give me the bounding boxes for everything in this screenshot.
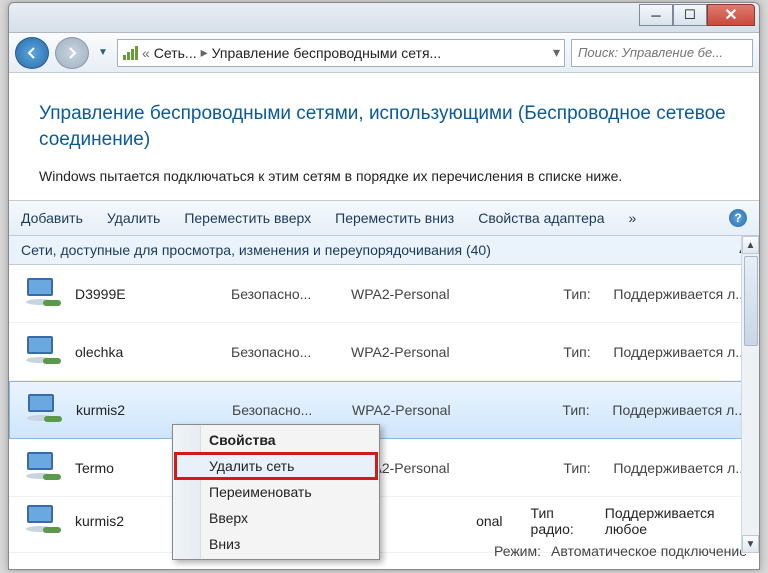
- network-row[interactable]: olechka Безопасно... WPA2-Personal Тип: …: [9, 323, 759, 381]
- back-button[interactable]: [15, 37, 49, 69]
- type-value: Поддерживается л...: [613, 460, 747, 476]
- context-move-down[interactable]: Вниз: [175, 531, 377, 557]
- network-list: Сети, доступные для просмотра, изменения…: [9, 236, 759, 553]
- type-value: Поддерживается л...: [613, 344, 747, 360]
- network-icon: [21, 501, 65, 541]
- toolbar-move-up[interactable]: Переместить вверх: [184, 210, 311, 226]
- network-name: D3999E: [75, 286, 221, 302]
- breadcrumb-seg1[interactable]: Сеть...: [154, 45, 197, 61]
- context-rename[interactable]: Переименовать: [175, 479, 377, 505]
- network-icon: [21, 448, 65, 488]
- radio-label: Тип радио:: [531, 505, 595, 537]
- toolbar-delete[interactable]: Удалить: [107, 210, 160, 226]
- maximize-button[interactable]: ☐: [673, 4, 707, 26]
- search-input[interactable]: [578, 45, 746, 60]
- scroll-up-button[interactable]: ▲: [742, 236, 759, 254]
- toolbar-adapter-props[interactable]: Свойства адаптера: [478, 210, 604, 226]
- context-menu: Свойства Удалить сеть Переименовать Ввер…: [172, 424, 380, 560]
- list-group-label: Сети, доступные для просмотра, изменения…: [21, 242, 491, 258]
- network-row[interactable]: D3999E Безопасно... WPA2-Personal Тип: П…: [9, 265, 759, 323]
- type-value: Поддерживается л...: [612, 402, 746, 418]
- security-value: WPA2-Personal: [351, 286, 501, 302]
- arrow-left-icon: [24, 45, 40, 61]
- security-value: WPA2-Personal: [351, 344, 501, 360]
- network-name: kurmis2: [76, 402, 222, 418]
- security-label: Безопасно...: [232, 402, 342, 418]
- arrow-right-icon: [64, 45, 80, 61]
- breadcrumb-seg2[interactable]: Управление беспроводными сетя...: [212, 45, 442, 61]
- toolbar-move-down[interactable]: Переместить вниз: [335, 210, 454, 226]
- context-delete-network[interactable]: Удалить сеть: [175, 453, 377, 479]
- type-label: Тип:: [563, 344, 603, 360]
- security-label: Безопасно...: [231, 286, 341, 302]
- radio-value: Поддерживается любое: [605, 505, 747, 537]
- security-label: Безопасно...: [231, 344, 341, 360]
- list-group-header[interactable]: Сети, доступные для просмотра, изменения…: [9, 236, 759, 265]
- content-header: Управление беспроводными сетями, использ…: [9, 73, 759, 200]
- window-controls: ─ ☐ ✕: [639, 4, 755, 26]
- type-label: Тип:: [562, 402, 602, 418]
- network-row[interactable]: Termo Безопасно... WPA2-Personal Тип: По…: [9, 439, 759, 497]
- address-bar[interactable]: « Сеть... ▸ Управление беспроводными сет…: [117, 39, 565, 67]
- security-value: WPA2-Personal: [352, 402, 502, 418]
- breadcrumb-chevron: «: [142, 45, 150, 61]
- breadcrumb-arrow-icon: ▸: [201, 44, 208, 61]
- close-button[interactable]: ✕: [707, 4, 755, 26]
- history-dropdown[interactable]: ▼: [95, 41, 111, 65]
- signal-bars-icon: [122, 45, 138, 61]
- mode-value: Автоматическое подключение: [551, 543, 747, 559]
- network-icon: [21, 274, 65, 314]
- page-title: Управление беспроводными сетями, использ…: [39, 101, 729, 152]
- network-icon: [21, 332, 65, 372]
- help-button[interactable]: ?: [729, 209, 747, 227]
- forward-button[interactable]: [55, 37, 89, 69]
- scroll-down-button[interactable]: ▼: [742, 535, 759, 553]
- search-box[interactable]: [571, 39, 753, 67]
- explorer-window: ─ ☐ ✕ ▼ « Сеть... ▸ Управление беспровод…: [8, 2, 760, 570]
- network-row-selected[interactable]: kurmis2 Безопасно... WPA2-Personal Тип: …: [9, 381, 759, 439]
- page-description: Windows пытается подключаться к этим сет…: [39, 168, 729, 184]
- scroll-thumb[interactable]: [744, 256, 758, 346]
- network-icon: [22, 390, 66, 430]
- navigation-bar: ▼ « Сеть... ▸ Управление беспроводными с…: [9, 33, 759, 73]
- command-toolbar: Добавить Удалить Переместить вверх Перем…: [9, 200, 759, 236]
- type-label: Тип:: [563, 286, 603, 302]
- toolbar-add[interactable]: Добавить: [21, 210, 83, 226]
- minimize-button[interactable]: ─: [639, 4, 673, 26]
- mode-label: Режим:: [494, 543, 541, 559]
- context-move-up[interactable]: Вверх: [175, 505, 377, 531]
- network-name: olechka: [75, 344, 221, 360]
- toolbar-more[interactable]: »: [629, 210, 637, 226]
- titlebar[interactable]: ─ ☐ ✕: [9, 3, 759, 33]
- refresh-dropdown-icon[interactable]: ▾: [553, 44, 560, 61]
- type-label: Тип:: [563, 460, 603, 476]
- vertical-scrollbar[interactable]: ▲ ▼: [741, 236, 759, 553]
- network-row[interactable]: kurmis2 onal Тип радио: Поддерживается л…: [9, 497, 759, 553]
- context-properties[interactable]: Свойства: [175, 427, 377, 453]
- type-value: Поддерживается л...: [613, 286, 747, 302]
